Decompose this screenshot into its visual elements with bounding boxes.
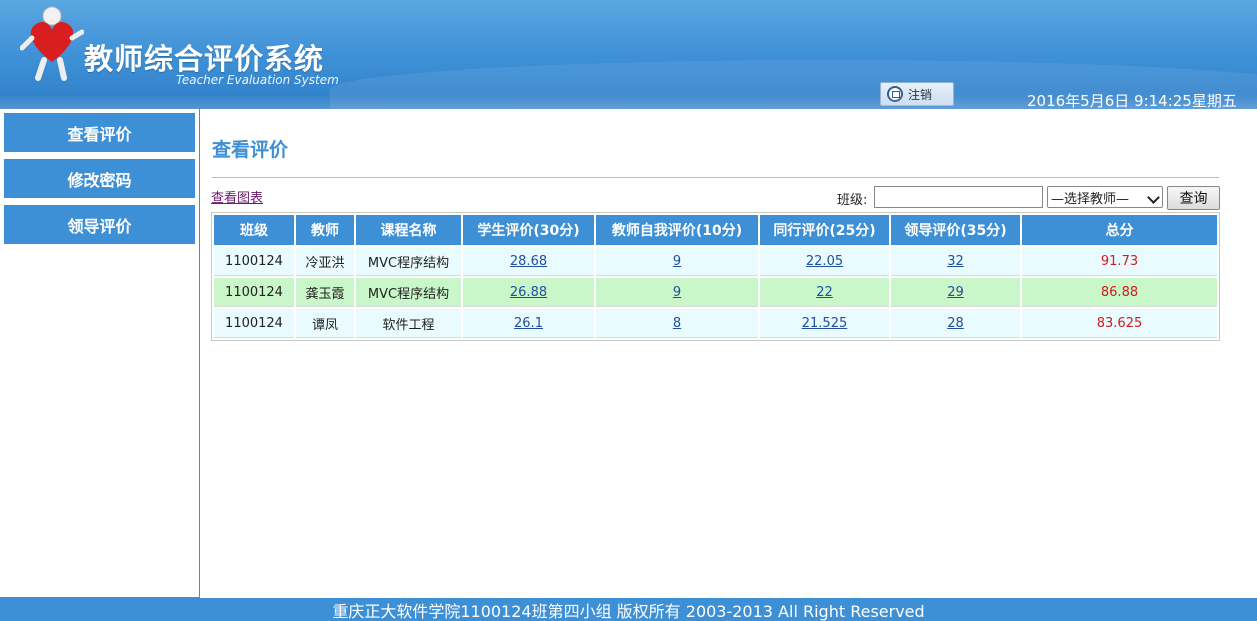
query-button[interactable]: 查询: [1167, 186, 1220, 210]
column-header: 教师: [296, 215, 354, 245]
view-chart-link[interactable]: 查看图表: [211, 187, 263, 206]
leader-score-link[interactable]: 28: [947, 316, 964, 331]
sidebar-item-label: 领导评价: [67, 216, 132, 236]
app-window: 教师综合评价系统 Teacher Evaluation System 注销 20…: [0, 0, 1257, 621]
teacher-cell: 冷亚洪: [296, 247, 354, 276]
self-score-cell: 9: [596, 247, 758, 276]
peer-score-cell: 22.05: [760, 247, 889, 276]
teacher-cell: 龚玉霞: [296, 278, 354, 307]
header-decoration: [330, 60, 1257, 109]
leader-score-cell: 32: [891, 247, 1020, 276]
logout-icon: [887, 86, 903, 102]
peer-score-link[interactable]: 22: [816, 285, 833, 300]
peer-score-cell: 21.525: [760, 309, 889, 338]
table-row: 1100124 谭凤 软件工程 26.1 8 21.525 28 83.625: [214, 309, 1217, 338]
sidebar-item-label: 修改密码: [67, 170, 132, 190]
column-header: 领导评价(35分): [891, 215, 1020, 245]
chevron-down-icon: [1147, 191, 1160, 204]
leader-score-link[interactable]: 29: [947, 285, 964, 300]
self-score-link[interactable]: 9: [673, 254, 681, 269]
class-cell: 1100124: [214, 309, 294, 338]
evaluation-table: 班级 教师 课程名称 学生评价(30分) 教师自我评价(10分) 同行评价(25…: [211, 212, 1220, 341]
table-row: 1100124 冷亚洪 MVC程序结构 28.68 9 22.05 32 91.…: [214, 247, 1217, 276]
column-header: 同行评价(25分): [760, 215, 889, 245]
peer-score-cell: 22: [760, 278, 889, 307]
main-content: 查看评价 查看图表 班级: —选择教师— 查询 班级 教师 课程名称 学生评价(…: [200, 109, 1257, 598]
peer-score-link[interactable]: 22.05: [806, 254, 843, 269]
student-score-link[interactable]: 26.88: [510, 285, 547, 300]
self-score-cell: 9: [596, 278, 758, 307]
total-score-cell: 83.625: [1022, 309, 1217, 338]
column-header: 学生评价(30分): [463, 215, 594, 245]
student-score-cell: 28.68: [463, 247, 594, 276]
footer: 重庆正大软件学院1100124班第四小组 版权所有 2003-2013 All …: [0, 598, 1257, 621]
total-score-cell: 91.73: [1022, 247, 1217, 276]
column-header: 教师自我评价(10分): [596, 215, 758, 245]
class-cell: 1100124: [214, 247, 294, 276]
logout-button[interactable]: 注销: [880, 82, 954, 106]
course-cell: MVC程序结构: [356, 278, 461, 307]
column-header: 班级: [214, 215, 294, 245]
teacher-cell: 谭凤: [296, 309, 354, 338]
app-subtitle: Teacher Evaluation System: [176, 73, 339, 87]
leader-score-link[interactable]: 32: [947, 254, 964, 269]
course-cell: 软件工程: [356, 309, 461, 338]
teacher-select[interactable]: —选择教师—: [1047, 186, 1163, 208]
sidebar-item-change-password[interactable]: 修改密码: [4, 159, 195, 198]
sidebar-item-leader-evaluation[interactable]: 领导评价: [4, 205, 195, 244]
title-divider: [212, 177, 1219, 178]
page-title: 查看评价: [212, 139, 289, 161]
student-score-cell: 26.88: [463, 278, 594, 307]
logout-label: 注销: [908, 87, 933, 102]
course-cell: MVC程序结构: [356, 247, 461, 276]
leader-score-cell: 28: [891, 309, 1020, 338]
student-score-link[interactable]: 28.68: [510, 254, 547, 269]
table-header-row: 班级 教师 课程名称 学生评价(30分) 教师自我评价(10分) 同行评价(25…: [214, 215, 1217, 245]
class-label: 班级:: [837, 193, 868, 208]
app-title: 教师综合评价系统: [84, 42, 325, 76]
sidebar-item-view-evaluation[interactable]: 查看评价: [4, 113, 195, 152]
class-cell: 1100124: [214, 278, 294, 307]
teacher-select-value: —选择教师—: [1051, 191, 1130, 207]
self-score-cell: 8: [596, 309, 758, 338]
peer-score-link[interactable]: 21.525: [802, 316, 848, 331]
datetime-display: 2016年5月6日 9:14:25星期五: [1027, 92, 1237, 109]
header-banner: 教师综合评价系统 Teacher Evaluation System 注销 20…: [0, 0, 1257, 109]
table-row: 1100124 龚玉霞 MVC程序结构 26.88 9 22 29 86.88: [214, 278, 1217, 307]
self-score-link[interactable]: 9: [673, 285, 681, 300]
self-score-link[interactable]: 8: [673, 316, 681, 331]
column-header: 课程名称: [356, 215, 461, 245]
leader-score-cell: 29: [891, 278, 1020, 307]
column-header: 总分: [1022, 215, 1217, 245]
student-score-cell: 26.1: [463, 309, 594, 338]
logo-heart-figure-icon: [20, 6, 84, 81]
total-score-cell: 86.88: [1022, 278, 1217, 307]
sidebar: 查看评价 修改密码 领导评价: [0, 109, 200, 598]
sidebar-item-label: 查看评价: [67, 124, 132, 144]
class-input[interactable]: [874, 186, 1043, 208]
student-score-link[interactable]: 26.1: [514, 316, 543, 331]
